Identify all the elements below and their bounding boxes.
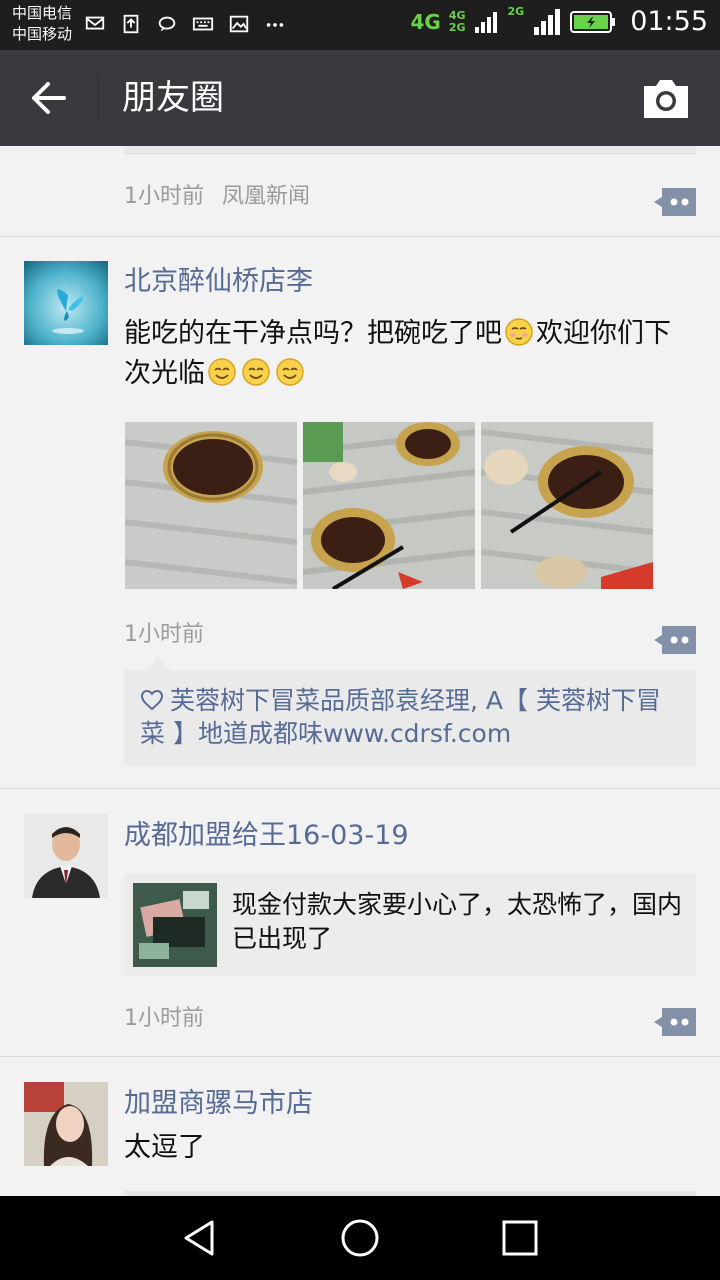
post-time: 1小时前 xyxy=(124,622,204,647)
title-separator xyxy=(97,76,98,120)
net-small-top: 4G xyxy=(448,8,466,22)
shared-link-card[interactable]: 现金付款大家要小心了，太恐怖了，国内已出现了 xyxy=(124,874,696,976)
woman-avatar-image xyxy=(24,1082,108,1166)
recents-square-icon[interactable] xyxy=(498,1216,542,1260)
blushing-emoji-icon xyxy=(505,318,533,346)
title-bar: 朋友圈 xyxy=(0,50,720,146)
image-icon xyxy=(229,15,249,33)
notification-icons xyxy=(84,12,286,36)
clock: 01:55 xyxy=(630,6,708,37)
money-counting-thumbnail xyxy=(133,883,217,967)
butterfly-avatar-image xyxy=(24,261,108,345)
man-in-suit-avatar-image xyxy=(24,814,108,898)
comment-dots-icon xyxy=(654,626,696,654)
more-icon xyxy=(266,23,284,27)
comment-button[interactable] xyxy=(654,188,696,216)
home-circle-icon[interactable] xyxy=(338,1216,382,1260)
comment-dots-icon xyxy=(654,1008,696,1036)
signal-icon-2 xyxy=(534,8,561,35)
back-arrow-icon[interactable] xyxy=(26,74,74,122)
post-author[interactable]: 北京醉仙桥店李 xyxy=(124,264,313,300)
carrier-2: 中国移动 xyxy=(12,25,73,43)
post-text: 能吃的在干净点吗？把碗吃了吧 欢迎你们下次光临 xyxy=(124,314,684,394)
wechat-notification-icon xyxy=(85,16,105,30)
previous-post-meta: 1小时前 凤凰新闻 xyxy=(124,178,310,210)
avatar[interactable] xyxy=(24,1082,108,1166)
previous-post-card-edge xyxy=(124,146,696,154)
post-time: 1小时前 xyxy=(124,1006,204,1031)
smile-emoji-icon xyxy=(242,358,270,386)
post-meta: 1小时前 xyxy=(124,616,204,648)
camera-icon[interactable] xyxy=(642,76,690,120)
message-icon xyxy=(158,16,176,32)
net-small-bottom: 2G xyxy=(448,20,466,34)
status-bar: 中国电信 中国移动 4G 4G 2G 2G 01:55 xyxy=(0,0,720,50)
photo-grid xyxy=(125,422,653,589)
comment-dots-icon xyxy=(654,188,696,216)
comment-button[interactable] xyxy=(654,1008,696,1036)
status-right: 4G 4G 2G 2G 01:55 xyxy=(410,5,708,38)
link-thumbnail xyxy=(133,883,217,967)
comment-button[interactable] xyxy=(654,626,696,654)
post-source[interactable]: 凤凰新闻 xyxy=(222,184,310,209)
post-time: 1小时前 xyxy=(124,184,204,209)
carrier-1: 中国电信 xyxy=(12,4,73,22)
likes-names[interactable]: 芙蓉树下冒菜品质部袁经理, A【 芙蓉树下冒菜 】地道成都味www.cdrsf.… xyxy=(140,686,661,748)
avatar[interactable] xyxy=(24,814,108,898)
smile-emoji-icon xyxy=(208,358,236,386)
post-author[interactable]: 成都加盟给王16-03-19 xyxy=(124,818,409,854)
likes-pointer xyxy=(146,658,170,670)
post-divider xyxy=(0,788,720,789)
post-divider xyxy=(0,236,720,237)
post-text: 太逗了 xyxy=(124,1132,205,1163)
back-triangle-icon[interactable] xyxy=(178,1216,222,1260)
heart-icon xyxy=(140,689,164,711)
bowl-photo-2[interactable] xyxy=(303,422,475,589)
smile-emoji-icon xyxy=(276,358,304,386)
signal-icon xyxy=(474,11,497,33)
system-nav-bar xyxy=(0,1196,720,1280)
page-title: 朋友圈 xyxy=(122,78,224,118)
net-2g: 2G xyxy=(507,5,525,18)
bowl-photo-1[interactable] xyxy=(125,422,297,589)
bowl-photo-3[interactable] xyxy=(481,422,653,589)
post-meta: 1小时前 xyxy=(124,1000,204,1032)
moments-feed[interactable]: 1小时前 凤凰新闻 北京醉仙桥店李 能吃的在干净点吗？把碗吃了吧 欢迎你们下次光… xyxy=(0,146,720,1196)
network-dual-label: 4G 2G xyxy=(448,8,466,34)
link-title: 现金付款大家要小心了，太恐怖了，国内已出现了 xyxy=(232,890,683,953)
keyboard-icon xyxy=(192,17,214,31)
likes-box: 芙蓉树下冒菜品质部袁经理, A【 芙蓉树下冒菜 】地道成都味www.cdrsf.… xyxy=(124,670,696,766)
network-type: 4G xyxy=(410,9,441,34)
battery-icon xyxy=(570,10,616,33)
upload-icon xyxy=(123,14,139,34)
carrier-labels: 中国电信 中国移动 xyxy=(12,3,72,45)
avatar[interactable] xyxy=(24,261,108,345)
post-author[interactable]: 加盟商骡马市店 xyxy=(124,1086,313,1122)
post-text-part1: 能吃的在干净点吗？把碗吃了吧 xyxy=(124,318,502,349)
post-divider xyxy=(0,1056,720,1057)
